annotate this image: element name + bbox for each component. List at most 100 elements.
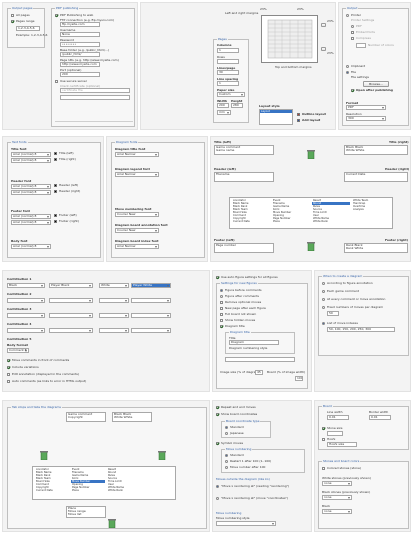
contribution-3-select-c[interactable] bbox=[99, 313, 129, 318]
units-select[interactable]: mm bbox=[217, 110, 231, 115]
title-input[interactable]: Diagram bbox=[229, 340, 279, 345]
opt-every-comment-radio[interactable] bbox=[322, 298, 325, 301]
legend-font-select[interactable]: Arial Narrow bbox=[115, 172, 159, 177]
lines-input[interactable]: 30 bbox=[217, 70, 239, 75]
contribution-4-select-a[interactable] bbox=[7, 328, 45, 333]
title-font-select[interactable]: Arial (normal) 8 bbox=[11, 152, 51, 157]
title-trash-icon[interactable] bbox=[307, 149, 315, 159]
certificate-input[interactable]: certificate file bbox=[60, 88, 130, 93]
field-item[interactable]: White Rank bbox=[312, 220, 350, 223]
tab-bottom-field[interactable]: Place Move range Move list bbox=[66, 506, 106, 518]
title-right-color[interactable] bbox=[54, 158, 57, 161]
move-numbering-font-select[interactable]: Courier New bbox=[115, 212, 159, 217]
include-variations-checkbox[interactable] bbox=[7, 366, 10, 369]
numbering-style-input[interactable] bbox=[225, 357, 295, 362]
header-right-color[interactable] bbox=[54, 190, 57, 193]
show-hidden-checkbox[interactable] bbox=[220, 319, 223, 322]
pdf-publishing-checkbox[interactable] bbox=[55, 14, 58, 17]
pages-range-checkbox[interactable] bbox=[11, 20, 14, 23]
resolution-select[interactable]: 300 bbox=[346, 116, 386, 121]
coord-japanese-radio[interactable] bbox=[225, 432, 228, 435]
width-input[interactable]: 200 bbox=[217, 103, 229, 108]
file-radio[interactable] bbox=[346, 71, 349, 74]
header-font-select-2[interactable]: Arial (normal) 8 bbox=[11, 190, 51, 195]
secure-server-checkbox[interactable] bbox=[55, 80, 58, 83]
hoshi-input[interactable]: Hoshi size bbox=[327, 442, 357, 447]
layout-style-item[interactable]: Layout bbox=[260, 110, 292, 113]
field-item[interactable]: White Rank bbox=[107, 489, 141, 492]
numbering-standard-radio[interactable] bbox=[225, 454, 228, 457]
auto-comments-checkbox[interactable] bbox=[7, 380, 10, 383]
numbering-style-select[interactable] bbox=[216, 521, 276, 526]
title-right-field[interactable]: Black Black White White bbox=[344, 145, 408, 155]
header-left-color[interactable] bbox=[54, 184, 57, 187]
image-size-input[interactable]: 45 bbox=[255, 370, 263, 375]
ftp-input[interactable]: ftp.mysite.com bbox=[60, 22, 100, 27]
white-stones-select[interactable]: none bbox=[322, 481, 352, 486]
diagram-title-font-select[interactable]: Arial Narrow bbox=[115, 152, 159, 157]
outline-color-swatch[interactable] bbox=[297, 113, 300, 116]
contribution-1-select-b[interactable]: Player Black bbox=[49, 283, 93, 288]
numbering-restart-radio[interactable] bbox=[225, 460, 228, 463]
show-title-checkbox[interactable] bbox=[220, 325, 223, 328]
trash-bottom-icon[interactable] bbox=[108, 518, 116, 528]
footer-font-select[interactable]: Arial (normal) 8 bbox=[11, 214, 51, 219]
reading-radio[interactable] bbox=[216, 485, 219, 488]
title-left-field[interactable]: Game comment Game name bbox=[214, 145, 274, 155]
columns-input[interactable]: 1 bbox=[217, 48, 239, 53]
format-select[interactable]: PDF bbox=[346, 105, 386, 110]
tab-left-field[interactable]: Game comment Copyright bbox=[66, 412, 106, 422]
header-right-field[interactable]: Current Date bbox=[344, 172, 408, 182]
edit-annotation-checkbox[interactable] bbox=[7, 373, 10, 376]
board-size-input[interactable]: 100 bbox=[295, 376, 303, 381]
footer-left-field[interactable]: Page number bbox=[214, 243, 274, 253]
footer-left-color[interactable] bbox=[54, 214, 57, 217]
base-folder-input[interactable]: /public_html/ bbox=[60, 52, 100, 57]
figure-after-radio[interactable] bbox=[220, 295, 223, 298]
contribution-1-select-c[interactable]: White bbox=[99, 283, 129, 288]
bottom-margin-spin[interactable] bbox=[321, 47, 326, 51]
move-comments-checkbox[interactable] bbox=[7, 359, 10, 362]
header-font-select[interactable]: Arial (normal) 8 bbox=[11, 184, 51, 189]
repeat-moves-checkbox[interactable] bbox=[216, 406, 219, 409]
contribution-3-select-d[interactable] bbox=[131, 313, 171, 318]
tab-right-field[interactable]: Black Black White White bbox=[112, 412, 152, 422]
move-indexes-input[interactable]: 50, 100, 150, 200, 250, 300 bbox=[327, 327, 395, 332]
footer-right-color[interactable] bbox=[54, 220, 57, 223]
title-left-color[interactable] bbox=[54, 152, 57, 155]
contribution-4-select-d[interactable] bbox=[131, 328, 171, 333]
pdf-radio[interactable] bbox=[351, 25, 354, 28]
tab-field-list[interactable]: Annotator Black Name Black Rank Black Te… bbox=[32, 466, 176, 500]
contribution-2-select-b[interactable] bbox=[49, 298, 93, 303]
board-index-font-select[interactable]: Arial Narrow bbox=[115, 244, 159, 249]
footer-right-field[interactable]: Rank Black Rank White bbox=[344, 243, 408, 253]
border-width-input[interactable]: 0.01 bbox=[369, 415, 391, 420]
field-item[interactable]: Current Date bbox=[232, 220, 270, 223]
add-layout-swatch[interactable] bbox=[297, 119, 300, 122]
contribution-2-select-c[interactable] bbox=[99, 298, 129, 303]
contribution-2-select-a[interactable] bbox=[7, 298, 45, 303]
contribution-3-select-a[interactable] bbox=[7, 313, 45, 318]
stone-size-input[interactable] bbox=[327, 431, 343, 436]
title-font-select-2[interactable]: Arial (normal) 8 bbox=[11, 158, 51, 163]
remove-optional-checkbox[interactable] bbox=[220, 301, 223, 304]
contribution-4-select-b[interactable] bbox=[49, 328, 93, 333]
header-left-field[interactable]: Filename bbox=[214, 172, 274, 182]
field-list[interactable]: Annotator Black Name Black Rank Black Te… bbox=[229, 197, 393, 229]
compress-checkbox[interactable] bbox=[351, 37, 354, 40]
opt-move-indexes-radio[interactable] bbox=[322, 322, 325, 325]
contribution-1-select-d[interactable]: Player White bbox=[131, 283, 171, 288]
field-item[interactable]: Current Date bbox=[35, 489, 69, 492]
printer-radio[interactable] bbox=[346, 14, 349, 17]
coordinates-radio[interactable] bbox=[216, 497, 219, 500]
symbol-moves-checkbox[interactable] bbox=[216, 442, 219, 445]
certificate-input-2[interactable] bbox=[60, 95, 130, 100]
coord-standard-radio[interactable] bbox=[225, 426, 228, 429]
contribution-4-select-c[interactable] bbox=[99, 328, 129, 333]
embed-fonts-checkbox[interactable] bbox=[351, 31, 354, 34]
full-board-checkbox[interactable] bbox=[220, 313, 223, 316]
rows-input[interactable] bbox=[217, 59, 239, 64]
colors-input[interactable] bbox=[356, 43, 366, 48]
use-dialog-checkbox[interactable] bbox=[216, 276, 219, 279]
trash-left-icon[interactable] bbox=[40, 450, 48, 460]
